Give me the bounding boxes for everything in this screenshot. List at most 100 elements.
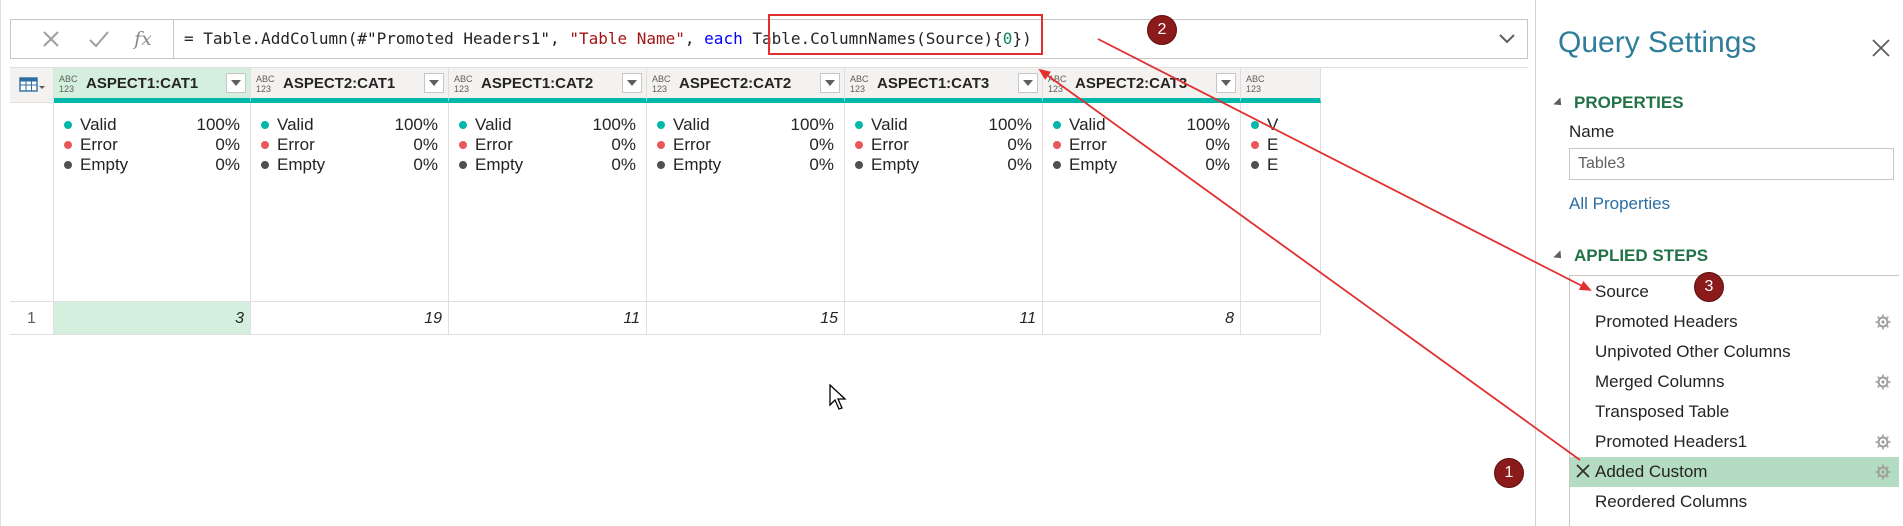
commit-formula-button[interactable]	[79, 24, 119, 54]
table-cell[interactable]: 19	[251, 302, 449, 335]
row-number[interactable]: 1	[10, 302, 54, 335]
column-name: ASPECT1:CAT3	[877, 75, 990, 92]
any-type-icon[interactable]: ABC 123	[1246, 74, 1266, 94]
column-quality-stats: Valid 100% Error 0% Empty 0%	[647, 103, 845, 302]
type-label-top: ABC	[850, 74, 869, 84]
type-label-top: ABC	[652, 74, 671, 84]
type-label-bottom: 123	[850, 84, 866, 94]
any-type-icon[interactable]: ABC 123	[256, 74, 276, 94]
quality-valid-dot	[1053, 121, 1061, 129]
gear-icon[interactable]	[1875, 314, 1891, 330]
quality-error-dot	[1053, 141, 1061, 149]
close-pane-button[interactable]	[1869, 36, 1893, 60]
any-type-icon[interactable]: ABC 123	[652, 74, 672, 94]
applied-step-item[interactable]: Unpivoted Other Columns	[1570, 337, 1899, 367]
quality-empty-row[interactable]: Empty 0%	[261, 153, 438, 177]
type-label-bottom: 123	[454, 84, 470, 94]
column-header[interactable]: ABC 123 ASPECT2:CAT2	[647, 68, 845, 103]
column-filter-button[interactable]	[622, 73, 642, 93]
table-menu-button[interactable]	[10, 68, 54, 103]
quality-error-dot	[261, 141, 269, 149]
table-cell[interactable]: 8	[1043, 302, 1241, 335]
properties-header[interactable]: PROPERTIES	[1553, 93, 1684, 113]
applied-step-item[interactable]: Promoted Headers1	[1570, 427, 1899, 457]
applied-step-item[interactable]: Promoted Headers	[1570, 307, 1899, 337]
any-type-icon[interactable]: ABC 123	[850, 74, 870, 94]
column-header[interactable]: ABC 123 ASPECT1:CAT2	[449, 68, 647, 103]
power-query-editor: fx = Table.AddColumn(#"Promoted Headers1…	[0, 0, 1903, 526]
quality-valid-dot	[657, 121, 665, 129]
delete-step-icon[interactable]	[1576, 464, 1590, 478]
table-cell[interactable]	[1241, 302, 1321, 335]
expand-formula-button[interactable]	[1487, 20, 1527, 58]
any-type-icon[interactable]: ABC 123	[1048, 74, 1068, 94]
quality-error-dot	[657, 141, 665, 149]
column-header[interactable]: ABC 123 ASPECT1:CAT1	[54, 68, 251, 103]
query-settings-pane: Query Settings PROPERTIES Name Table3 Al…	[1535, 0, 1903, 526]
applied-step-item[interactable]: Reordered Columns	[1570, 487, 1899, 517]
gear-icon[interactable]	[1875, 374, 1891, 390]
all-properties-link[interactable]: All Properties	[1569, 194, 1670, 214]
applied-steps-header-label: APPLIED STEPS	[1574, 246, 1709, 265]
type-label-bottom: 123	[59, 84, 75, 94]
type-label-bottom: 123	[1048, 84, 1064, 94]
quality-empty-row[interactable]: Empty 0%	[657, 153, 834, 177]
formula-part: = Table.AddColumn(#"Promoted Headers1",	[184, 29, 570, 48]
column-quality-stats: Valid 100% Error 0% Empty 0%	[845, 103, 1043, 302]
table-cell[interactable]: 11	[845, 302, 1043, 335]
quality-empty-percent: 0%	[809, 155, 834, 174]
column-filter-button[interactable]	[226, 73, 246, 93]
type-label-top: ABC	[256, 74, 275, 84]
quality-empty-row[interactable]: Empty 0%	[459, 153, 636, 177]
quality-valid-dot	[64, 121, 72, 129]
gear-icon[interactable]	[1875, 434, 1891, 450]
applied-step-name: Merged Columns	[1595, 372, 1725, 391]
annotation-badge-2: 2	[1147, 15, 1177, 45]
applied-step-item[interactable]: Source	[1570, 277, 1899, 307]
quality-valid-dot	[1251, 121, 1259, 129]
applied-steps-header[interactable]: APPLIED STEPS	[1553, 246, 1709, 266]
quality-valid-dot	[855, 121, 863, 129]
chevron-down-icon	[1221, 80, 1231, 86]
query-name-input[interactable]: Table3	[1569, 148, 1894, 180]
column-header[interactable]: ABC 123 ASPECT2:CAT3	[1043, 68, 1241, 103]
close-icon	[1872, 39, 1890, 57]
cancel-formula-button[interactable]	[31, 24, 71, 54]
applied-step-item[interactable]: Added Custom	[1570, 457, 1899, 487]
table-cell[interactable]: 3	[54, 302, 251, 335]
quality-empty-row[interactable]: E	[1251, 153, 1310, 177]
column-header[interactable]: ABC 123 ASPECT2:CAT1	[251, 68, 449, 103]
column-name: ASPECT1:CAT2	[481, 75, 594, 92]
quality-empty-row[interactable]: Empty 0%	[855, 153, 1032, 177]
applied-step-item[interactable]: Merged Columns	[1570, 367, 1899, 397]
quality-empty-row[interactable]: Empty 0%	[64, 153, 240, 177]
applied-step-item[interactable]: Transposed Table	[1570, 397, 1899, 427]
mouse-cursor-icon	[829, 384, 847, 410]
table-cell[interactable]: 11	[449, 302, 647, 335]
column-filter-button[interactable]	[424, 73, 444, 93]
quality-empty-label: Empty	[1069, 155, 1118, 174]
column-quality-stats: Valid 100% Error 0% Empty 0%	[54, 103, 251, 302]
column-quality-stats: Valid 100% Error 0% Empty 0%	[449, 103, 647, 302]
quality-empty-row[interactable]: Empty 0%	[1053, 153, 1230, 177]
applied-step-name: Promoted Headers1	[1595, 432, 1748, 451]
table-cell[interactable]: 15	[647, 302, 845, 335]
column-header[interactable]: ABC 123 ASPECT1:CAT3	[845, 68, 1043, 103]
column-name: ASPECT2:CAT1	[283, 75, 396, 92]
column-quality-stats: Valid 100% Error 0% Empty 0%	[1043, 103, 1241, 302]
properties-header-label: PROPERTIES	[1574, 93, 1684, 112]
column-header[interactable]: ABC 123	[1241, 68, 1321, 103]
applied-step-name: Source	[1595, 282, 1649, 301]
formula-buttons: fx	[11, 20, 174, 58]
annotation-badge-3: 3	[1694, 272, 1724, 302]
gear-icon[interactable]	[1875, 464, 1891, 480]
column-filter-button[interactable]	[1216, 73, 1236, 93]
fx-icon[interactable]: fx	[123, 24, 163, 54]
any-type-icon[interactable]: ABC 123	[59, 74, 79, 94]
column-filter-button[interactable]	[1018, 73, 1038, 93]
quality-error-dot	[1251, 141, 1259, 149]
quality-empty-label: Empty	[871, 155, 920, 174]
any-type-icon[interactable]: ABC 123	[454, 74, 474, 94]
column-filter-button[interactable]	[820, 73, 840, 93]
quality-empty-label: Empty	[475, 155, 524, 174]
